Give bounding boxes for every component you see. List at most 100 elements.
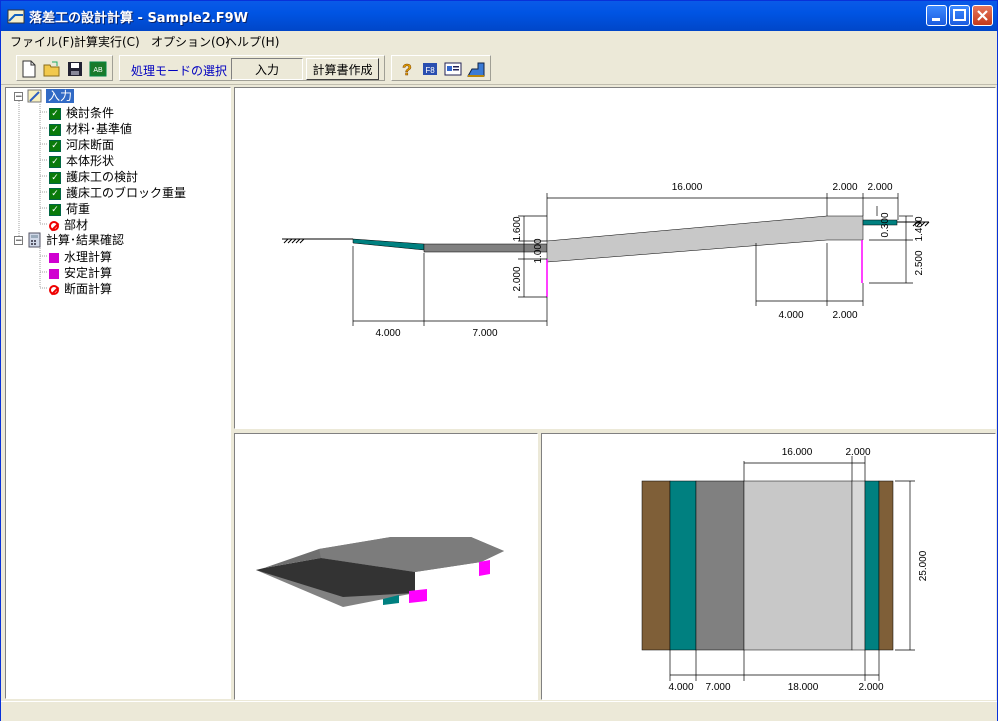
- dim-2000-r: 2.000: [832, 310, 857, 321]
- plan-ground-right: [878, 480, 894, 651]
- plan-crest: [851, 480, 866, 651]
- menu-calc[interactable]: 計算実行(C): [74, 33, 140, 50]
- drop-body: [546, 215, 864, 263]
- mode-select-label: 処理モードの選択: [131, 64, 228, 78]
- checked-icon: ✓: [49, 171, 61, 184]
- tree-item-stability[interactable]: 安定計算: [49, 265, 112, 281]
- new-file-icon[interactable]: [19, 59, 39, 79]
- tree-item-section-calc[interactable]: 断面計算: [49, 281, 112, 297]
- dim-16000: 16.000: [672, 182, 703, 193]
- input-folder-icon: [27, 89, 42, 103]
- tree-item-hydraulic[interactable]: 水理計算: [49, 249, 112, 265]
- info-card-icon[interactable]: [443, 59, 463, 79]
- calc-expander[interactable]: −: [14, 236, 23, 246]
- tree-item-conditions[interactable]: ✓ 検討条件: [49, 105, 114, 121]
- menu-file[interactable]: ファイル(F): [10, 33, 74, 50]
- app-icon: [7, 9, 25, 24]
- tree-item-label: 荷重: [66, 202, 91, 216]
- manual-book-icon[interactable]: F8: [420, 59, 440, 79]
- dim-2000-a: 2.000: [832, 182, 857, 193]
- minimize-button[interactable]: [926, 5, 947, 26]
- svg-text:?: ?: [402, 62, 412, 79]
- tree-item-label: 安定計算: [64, 266, 113, 280]
- tree-item-label: 検討条件: [66, 106, 115, 120]
- dim-2000-v: 2.000: [512, 266, 523, 291]
- dim-1600: 1.600: [512, 216, 523, 241]
- tree-root-input-label: 入力: [46, 89, 75, 103]
- section-drawing: 16.000 2.000 2.000 1.600 1.000 2.000 0.3…: [282, 182, 930, 339]
- file-toolbar-group: AB: [16, 55, 113, 81]
- checked-icon: ✓: [49, 187, 61, 200]
- apron-upstream: [352, 238, 425, 251]
- checked-icon: ✓: [49, 107, 61, 120]
- dim-4000-r: 4.000: [778, 310, 803, 321]
- checked-icon: ✓: [49, 203, 61, 216]
- pending-icon: [49, 268, 59, 279]
- maximize-button[interactable]: [949, 5, 970, 26]
- dim-7000: 7.000: [472, 328, 497, 339]
- input-expander[interactable]: −: [14, 92, 23, 102]
- checked-icon: ✓: [49, 139, 61, 152]
- tree-item-riverbed[interactable]: ✓ 河床断面: [49, 137, 114, 153]
- close-icon: [977, 10, 988, 21]
- section-view-panel: 16.000 2.000 2.000 1.600 1.000 2.000 0.3…: [234, 87, 996, 429]
- help-toolbar-group: ? F8: [391, 55, 491, 81]
- ground-hatch-left: [283, 238, 305, 244]
- status-bar: [1, 701, 997, 721]
- tree-item-label: 護床工の検討: [66, 170, 139, 184]
- plan-drawing: 16.000 2.000 25.000 4.000 7.000 18.000 2…: [641, 447, 929, 693]
- tree-panel: − 入力 ✓ 検討条件 ✓ 材料･基準値 ✓ 河床断面 ✓ 本体形状 ✓ 護床工の検討 ✓…: [5, 87, 231, 699]
- tree-item-loads[interactable]: ✓ 荷重: [49, 201, 90, 217]
- prohibited-icon: [49, 284, 59, 295]
- close-button[interactable]: [972, 5, 993, 26]
- dim-1000: 1.000: [533, 238, 544, 263]
- tree-root-input[interactable]: 入力: [46, 88, 75, 104]
- tree-root-calc[interactable]: 計算･結果確認: [46, 232, 124, 248]
- tree-item-block-weight[interactable]: ✓ 護床工のブロック重量: [49, 185, 186, 201]
- mode-select-field[interactable]: 入力: [231, 58, 303, 80]
- dim-2500: 2.500: [914, 250, 925, 275]
- tree-item-label: 材料･基準値: [66, 122, 133, 136]
- help-question-icon[interactable]: ?: [397, 59, 417, 79]
- tree-item-members[interactable]: 部材: [49, 217, 88, 233]
- block-protection: [423, 243, 548, 253]
- tree-item-apron-check[interactable]: ✓ 護床工の検討: [49, 169, 138, 185]
- menu-help[interactable]: ヘルプ(H): [225, 33, 279, 50]
- menu-options[interactable]: オプション(O): [151, 33, 230, 50]
- tree-item-label: 本体形状: [66, 154, 115, 168]
- save-icon[interactable]: [65, 59, 85, 79]
- dim-0300: 0.300: [880, 212, 891, 237]
- main-window: 落差工の設計計算 - Sample2.F9W ファイル(F) 計算実行(C) オ…: [0, 0, 998, 721]
- dim-2000-b: 2.000: [867, 182, 892, 193]
- plan-dim-4000: 4.000: [668, 682, 693, 693]
- open-folder-icon[interactable]: [42, 59, 62, 79]
- 3d-drawing: [256, 537, 504, 607]
- plan-view-panel: 16.000 2.000 25.000 4.000 7.000 18.000 2…: [541, 433, 996, 700]
- 3d-pile-left: [409, 589, 427, 603]
- plan-body: [743, 480, 853, 651]
- tree-item-label: 水理計算: [64, 250, 113, 264]
- checked-icon: ✓: [49, 155, 61, 168]
- drop-structure-icon[interactable]: [466, 59, 486, 79]
- plan-apron-down: [864, 480, 880, 651]
- plan-apron-up: [669, 480, 697, 651]
- plan-dim-7000: 7.000: [705, 682, 730, 693]
- create-report-button[interactable]: 計算書作成: [306, 58, 379, 80]
- menu-bar: ファイル(F) 計算実行(C) オプション(O) ヘルプ(H): [1, 31, 997, 51]
- plan-dim-18000: 18.000: [788, 682, 819, 693]
- checked-icon: ✓: [49, 123, 61, 136]
- plan-block: [695, 480, 745, 651]
- tree-item-label: 断面計算: [64, 282, 113, 296]
- title-bar[interactable]: 落差工の設計計算 - Sample2.F9W: [1, 1, 997, 31]
- plan-dim-2000-bot: 2.000: [858, 682, 883, 693]
- 3d-pile-right: [479, 560, 490, 576]
- dim-4000: 4.000: [375, 328, 400, 339]
- plan-dim-16000: 16.000: [782, 447, 813, 458]
- export-icon[interactable]: AB: [88, 59, 108, 79]
- tree-item-body-shape[interactable]: ✓ 本体形状: [49, 153, 114, 169]
- plan-dim-2000-top: 2.000: [845, 447, 870, 458]
- calculator-icon: [28, 232, 41, 248]
- tree-item-materials[interactable]: ✓ 材料･基準値: [49, 121, 132, 137]
- plan-ground-left: [641, 480, 671, 651]
- plan-dim-25000: 25.000: [918, 550, 929, 581]
